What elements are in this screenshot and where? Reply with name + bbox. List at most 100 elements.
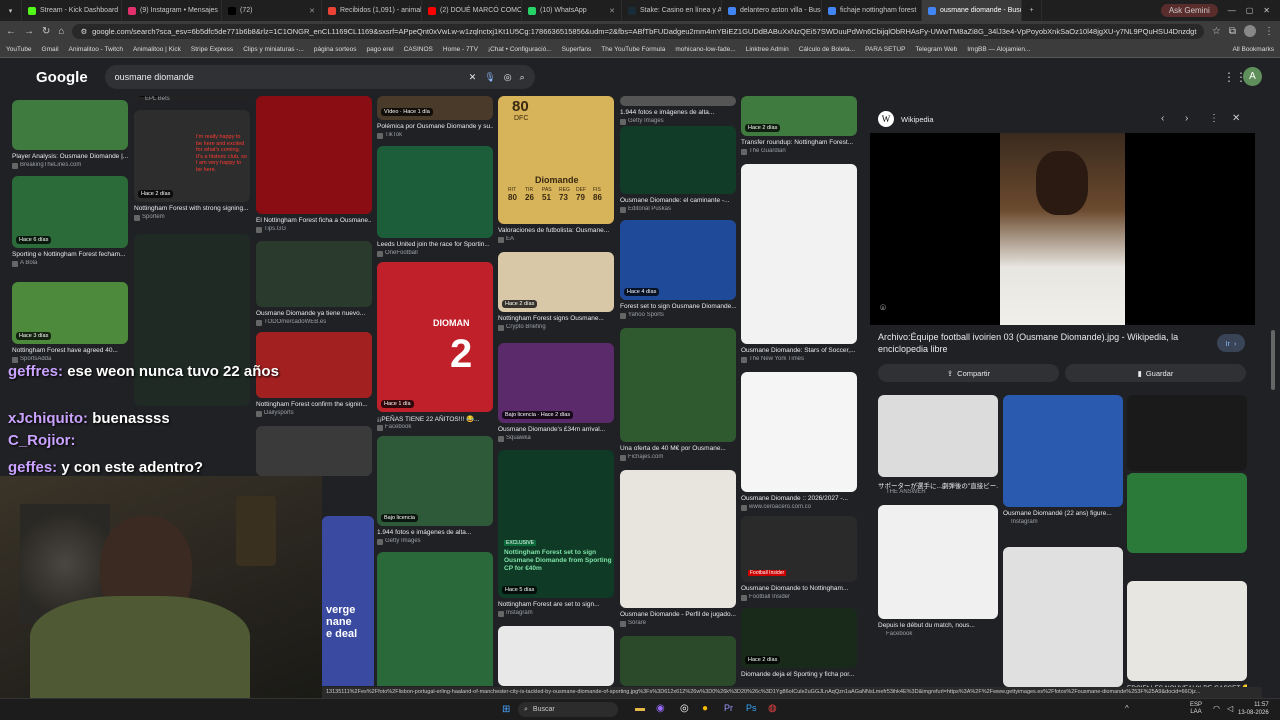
- clear-icon[interactable]: ✕: [469, 72, 477, 83]
- result-caption[interactable]: Forest set to sign Ousmane Diomande...: [620, 303, 736, 310]
- bookmark-item[interactable]: Animalitoo | Kick: [133, 46, 181, 53]
- extensions-icon[interactable]: ⧉: [1229, 26, 1236, 37]
- mic-icon[interactable]: 🎙: [484, 72, 495, 83]
- result-caption[interactable]: Transfer roundup: Nottingham Forest...: [741, 139, 857, 146]
- image-result-thumbnail[interactable]: [377, 436, 493, 526]
- related-image-thumbnail[interactable]: [1127, 473, 1247, 553]
- bookmark-item[interactable]: YouTube: [6, 46, 32, 53]
- image-result-thumbnail[interactable]: [377, 552, 493, 686]
- browser-tab[interactable]: (72) ✕: [222, 0, 322, 21]
- bookmark-item[interactable]: página sorteos: [314, 46, 357, 53]
- tab-search-icon[interactable]: ▾: [0, 0, 22, 21]
- related-caption[interactable]: Depuis le début du match, nous...: [878, 622, 998, 629]
- result-caption[interactable]: El Nottingham Forest ficha a Ousmane...: [256, 217, 372, 224]
- result-caption[interactable]: Diomande deja el Sporting y ficha por...: [741, 671, 857, 678]
- result-source[interactable]: Tips.GG: [264, 226, 372, 232]
- browser-tab[interactable]: Stake: Casino en línea y Ap✕: [622, 0, 722, 21]
- result-caption[interactable]: Polémica por Ousmane Diomande y su...: [377, 123, 493, 130]
- site-info-icon[interactable]: ⚙: [80, 27, 87, 36]
- bookmark-item[interactable]: Superfans: [562, 46, 592, 53]
- reload-icon[interactable]: ↻: [42, 26, 50, 37]
- save-button[interactable]: ▮ Guardar: [1065, 364, 1246, 382]
- result-source[interactable]: TODOmercadoWEB.es: [264, 319, 372, 325]
- result-source[interactable]: A Bola: [20, 260, 128, 266]
- ask-gemini-button[interactable]: Ask Gemini: [1160, 4, 1218, 17]
- result-caption[interactable]: Sporting e Nottingham Forest fecham...: [12, 251, 128, 258]
- chrome-icon[interactable]: ●: [702, 703, 708, 714]
- image-result-thumbnail[interactable]: [620, 470, 736, 608]
- result-caption[interactable]: 1.944 fotos e imágenes de alta...: [620, 109, 736, 116]
- bookmark-item[interactable]: Clips y miniaturas -...: [243, 46, 304, 53]
- browser-tab[interactable]: (9) Instagram • Mensajes✕: [122, 0, 222, 21]
- result-caption[interactable]: Nottingham Forest confirm the signin...: [256, 401, 372, 408]
- related-source[interactable]: Instagram: [1011, 519, 1123, 525]
- result-caption[interactable]: Ousmane Diomande: el caminante -...: [620, 197, 736, 204]
- result-caption[interactable]: Valoraciones de futbolista: Ousmane...: [498, 227, 614, 234]
- browser-tab[interactable]: Recibidos (1,091) - animali✕: [322, 0, 422, 21]
- bookmark-item[interactable]: CASINOS: [404, 46, 433, 53]
- image-result-thumbnail[interactable]: [377, 146, 493, 238]
- url-field[interactable]: ⚙ google.com/search?sca_esv=6b5dfc5de771b…: [72, 23, 1204, 39]
- bookmark-item[interactable]: Cálculo de Boleta...: [799, 46, 855, 53]
- panel-scrollbar[interactable]: [1271, 330, 1275, 390]
- obs-icon[interactable]: ◍: [768, 703, 777, 714]
- back-arrow-icon[interactable]: ←: [6, 26, 16, 37]
- related-caption[interactable]: Ousmane Diomandé (22 ans) figure...: [1003, 510, 1123, 517]
- image-result-thumbnail[interactable]: [322, 516, 374, 686]
- result-source[interactable]: Sportem: [142, 214, 250, 220]
- result-source[interactable]: Facebook: [385, 424, 493, 430]
- close-window-icon[interactable]: ✕: [1263, 6, 1270, 15]
- bookmark-item[interactable]: ImgBB — Alojamien...: [967, 46, 1030, 53]
- result-caption[interactable]: 1.944 fotos e imágenes de alta...: [377, 529, 493, 536]
- lens-search-icon[interactable]: ⌾: [880, 303, 886, 314]
- bookmark-item[interactable]: Home - 7TV: [443, 46, 478, 53]
- result-source[interactable]: The New York Times: [749, 356, 857, 362]
- image-result-thumbnail[interactable]: [620, 636, 736, 686]
- result-source[interactable]: Fichajes.com: [628, 454, 736, 460]
- result-caption[interactable]: Nottingham Forest signs Ousmane...: [498, 315, 614, 322]
- bookmark-item[interactable]: Telegram Web: [915, 46, 957, 53]
- premiere-icon[interactable]: Pr: [724, 703, 733, 713]
- image-result-thumbnail[interactable]: [741, 164, 857, 344]
- next-arrow-icon[interactable]: ›: [1185, 113, 1188, 124]
- result-source[interactable]: Editorial Puskas: [628, 206, 736, 212]
- result-caption[interactable]: Player Analysis: Ousmane Diomande |...: [12, 153, 128, 160]
- result-source[interactable]: Instagram: [506, 610, 614, 616]
- bookmark-star-icon[interactable]: ☆: [1212, 26, 1221, 37]
- prev-arrow-icon[interactable]: ‹: [1161, 113, 1164, 124]
- result-caption[interactable]: Ousmane Diomande ya tiene nuevo...: [256, 310, 372, 317]
- forward-arrow-icon[interactable]: →: [24, 26, 34, 37]
- browser-tab[interactable]: fichaje nottingham forest✕: [822, 0, 922, 21]
- result-source[interactable]: Getty Images: [385, 538, 493, 544]
- volume-icon[interactable]: ◁: [1227, 704, 1233, 713]
- related-image-thumbnail[interactable]: [1127, 395, 1247, 471]
- result-caption[interactable]: Nottingham Forest with strong signing...: [134, 205, 250, 212]
- photoshop-icon[interactable]: Ps: [746, 703, 757, 713]
- wifi-icon[interactable]: ◠: [1213, 704, 1220, 713]
- image-result-thumbnail[interactable]: [498, 626, 614, 686]
- taskbar-search[interactable]: ⌕ Buscar: [518, 702, 618, 717]
- bookmark-item[interactable]: ¡Chat • Configuració...: [488, 46, 552, 53]
- search-box[interactable]: ousmane diomande ✕ 🎙 ◎ ⌕: [104, 65, 535, 89]
- result-caption[interactable]: ¡¡PEÑAS TIENE 22 AÑITOS!!! 😂...: [377, 415, 493, 423]
- result-source[interactable]: TikTok: [385, 132, 493, 138]
- bookmark-item[interactable]: The YouTube Formula: [601, 46, 665, 53]
- search-input[interactable]: ousmane diomande: [115, 72, 461, 82]
- google-logo[interactable]: Google: [36, 69, 88, 86]
- minimize-icon[interactable]: —: [1228, 6, 1236, 15]
- related-image-thumbnail[interactable]: [1003, 547, 1123, 687]
- image-result-thumbnail[interactable]: [256, 241, 372, 307]
- panel-title[interactable]: Archivo:Équipe football ivoirien 03 (Ous…: [878, 331, 1208, 355]
- image-result-thumbnail[interactable]: [741, 372, 857, 492]
- image-result-thumbnail[interactable]: [620, 96, 736, 106]
- browser-tab[interactable]: delantero aston villa - Busc✕: [722, 0, 822, 21]
- result-caption[interactable]: Ousmane Diomande - Perfil de jugado...: [620, 611, 736, 618]
- result-source[interactable]: Squawka: [506, 435, 614, 441]
- result-source[interactable]: SportsAdda: [20, 356, 128, 362]
- language-indicator[interactable]: ESP LAA: [1190, 702, 1202, 716]
- result-source[interactable]: Sorare: [628, 620, 736, 626]
- result-caption[interactable]: Ousmane Diomande: Stars of Soccer,...: [741, 347, 857, 354]
- related-source[interactable]: Facebook: [886, 631, 998, 637]
- result-caption[interactable]: Leeds United join the race for Sportin..…: [377, 241, 493, 248]
- result-source[interactable]: The Guardian: [749, 148, 857, 154]
